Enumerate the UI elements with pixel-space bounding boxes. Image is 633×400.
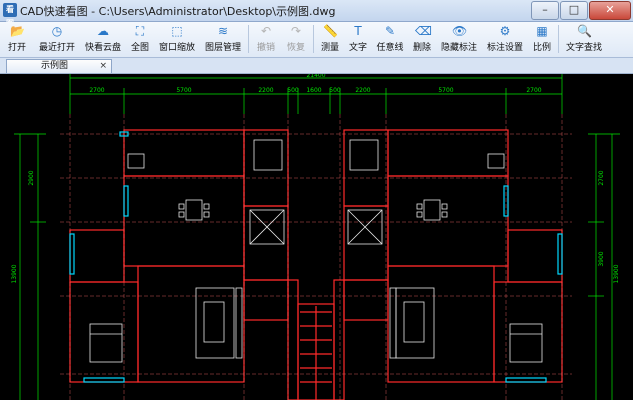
eye-icon: 👁 bbox=[452, 24, 468, 38]
toolbar-button-label: 比例 bbox=[532, 43, 551, 53]
toolbar-button-label: 文字查找 bbox=[565, 43, 602, 53]
folder-icon: 📂 bbox=[10, 24, 25, 38]
dim-label-3: 2200 bbox=[258, 87, 273, 94]
toolbar-separator bbox=[558, 25, 559, 53]
ruler-icon: 📏 bbox=[323, 24, 338, 38]
drawing-canvas[interactable]: 21400 2700 5700 2200 500 1600 500 2200 5… bbox=[0, 74, 633, 400]
toolbar-button-redo[interactable]: ↷ 恢复 bbox=[281, 22, 311, 56]
window-title: CAD快速看图 - C:\Users\Administrator\Desktop… bbox=[20, 5, 336, 18]
toolbar-button-fit[interactable]: ⛶ 全图 bbox=[126, 22, 154, 56]
toolbar-button-ruler[interactable]: 📏 测量 bbox=[316, 22, 344, 56]
toolbar-button-window-zoom[interactable]: ⬚ 窗口缩放 bbox=[154, 22, 200, 56]
settings-icon: ⚙ bbox=[499, 24, 511, 38]
toolbar-button-label: 打开 bbox=[7, 43, 26, 53]
toolbar-button-pen[interactable]: ✎ 任意线 bbox=[372, 22, 408, 56]
toolbar-button-label: 快看云盘 bbox=[84, 43, 121, 53]
toolbar-button-label: 文字 bbox=[348, 43, 367, 53]
walls bbox=[69, 129, 563, 400]
eraser-icon: ⌫ bbox=[415, 24, 432, 38]
text-icon: T bbox=[354, 24, 362, 38]
left-dim-label-1: 2900 bbox=[28, 170, 35, 185]
tab-close-icon[interactable]: × bbox=[99, 60, 107, 73]
toolbar-button-label: 窗口缩放 bbox=[158, 43, 195, 53]
undo-icon: ↶ bbox=[260, 24, 272, 38]
fit-icon: ⛶ bbox=[135, 24, 145, 38]
toolbar-button-label: 撤销 bbox=[256, 43, 275, 53]
scale-icon: ▦ bbox=[536, 24, 548, 38]
maximize-button[interactable]: □ bbox=[560, 1, 588, 20]
right-dim-label-3: 13900 bbox=[613, 264, 620, 283]
main-toolbar: 📂 打开 ◷ 最近打开 ☁ 快看云盘 ⛶ 全图 ⬚ 窗口缩放 ≋ 图层管理 ↶ 撤销 ↷ 恢复 📏 测量 T 文字 ✎ 任… bbox=[0, 22, 633, 58]
tab-sample-drawing[interactable]: 示例图 × bbox=[6, 59, 112, 73]
toolbar-separator bbox=[313, 25, 314, 53]
toolbar-button-label: 删除 bbox=[412, 43, 431, 53]
toolbar-button-label: 图层管理 bbox=[204, 43, 241, 53]
toolbar-button-label: 测量 bbox=[320, 43, 339, 53]
toolbar-separator bbox=[248, 25, 249, 53]
left-dim-label-2: 13900 bbox=[11, 264, 18, 283]
floor-plan-drawing[interactable]: 21400 2700 5700 2200 500 1600 500 2200 5… bbox=[0, 74, 633, 400]
toolbar-button-label: 任意线 bbox=[376, 43, 404, 53]
dim-label-7: 2200 bbox=[355, 87, 370, 94]
toolbar-button-label: 标注设置 bbox=[486, 43, 523, 53]
toolbar-button-text[interactable]: T 文字 bbox=[344, 22, 372, 56]
tab-label: 示例图 bbox=[41, 61, 69, 71]
minimize-button[interactable]: – bbox=[531, 1, 559, 20]
dimension-labels: 21400 2700 5700 2200 500 1600 500 2200 5… bbox=[11, 74, 620, 284]
pen-icon: ✎ bbox=[384, 24, 396, 38]
cloud-icon: ☁ bbox=[97, 24, 109, 38]
dim-label-1: 2700 bbox=[89, 87, 104, 94]
toolbar-button-eraser[interactable]: ⌫ 删除 bbox=[408, 22, 436, 56]
window-zoom-icon: ⬚ bbox=[171, 24, 183, 38]
right-dim-label-2: 3900 bbox=[598, 251, 605, 266]
dim-label-2: 5700 bbox=[176, 87, 191, 94]
redo-icon: ↷ bbox=[290, 24, 302, 38]
toolbar-button-label: 隐藏标注 bbox=[440, 43, 477, 53]
toolbar-button-cloud[interactable]: ☁ 快看云盘 bbox=[80, 22, 126, 56]
toolbar-button-undo[interactable]: ↶ 撤销 bbox=[251, 22, 281, 56]
toolbar-button-scale[interactable]: ▦ 比例 bbox=[528, 22, 556, 56]
document-tab-bar: 示例图 × bbox=[0, 58, 633, 74]
toolbar-button-find[interactable]: 🔍 文字查找 bbox=[561, 22, 607, 56]
window-controls: – □ ✕ bbox=[530, 1, 631, 20]
dim-label-4: 500 bbox=[287, 87, 299, 94]
toolbar-button-clock[interactable]: ◷ 最近打开 bbox=[34, 22, 80, 56]
dim-label-9: 2700 bbox=[526, 87, 541, 94]
dim-label-5: 1600 bbox=[306, 87, 321, 94]
clock-icon: ◷ bbox=[51, 24, 63, 38]
total-dimension-label: 21400 bbox=[306, 74, 325, 79]
right-dim-label-1: 2700 bbox=[598, 170, 605, 185]
toolbar-button-label: 最近打开 bbox=[38, 43, 75, 53]
toolbar-button-eye[interactable]: 👁 隐藏标注 bbox=[436, 22, 482, 56]
dim-label-8: 5700 bbox=[438, 87, 453, 94]
toolbar-button-label: 全图 bbox=[130, 43, 149, 53]
close-button[interactable]: ✕ bbox=[589, 1, 631, 20]
dimension-lines bbox=[14, 74, 620, 400]
find-icon: 🔍 bbox=[577, 24, 592, 38]
dim-label-6: 500 bbox=[329, 87, 341, 94]
title-bar: 看图 CAD快速看图 - C:\Users\Administrator\Desk… bbox=[0, 0, 633, 28]
layers-icon: ≋ bbox=[217, 24, 229, 38]
toolbar-button-label: 恢复 bbox=[286, 43, 305, 53]
app-logo-icon: 看图 bbox=[3, 3, 17, 28]
toolbar-button-folder[interactable]: 📂 打开 bbox=[0, 22, 34, 56]
toolbar-button-layers[interactable]: ≋ 图层管理 bbox=[200, 22, 246, 56]
toolbar-button-settings[interactable]: ⚙ 标注设置 bbox=[482, 22, 528, 56]
